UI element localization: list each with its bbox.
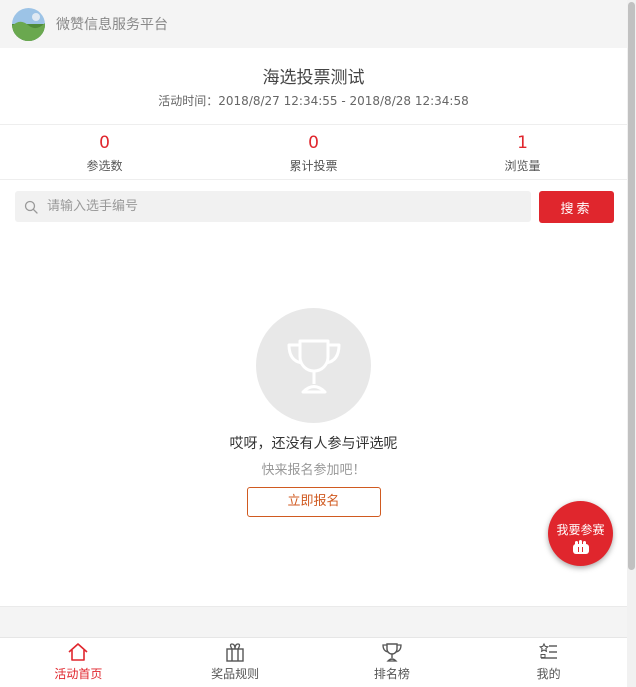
search-button[interactable]: 搜索: [539, 191, 614, 223]
signup-button[interactable]: 立即报名: [246, 487, 381, 517]
tab-mine[interactable]: 我的: [470, 638, 627, 687]
tab-activity-home[interactable]: 活动首页: [0, 638, 157, 687]
stat-value: 0: [99, 133, 110, 153]
scrollbar-thumb[interactable]: [628, 2, 635, 570]
tab-label: 活动首页: [54, 667, 103, 681]
fist-icon: [572, 540, 589, 554]
org-header: 微赞信息服务平台: [0, 0, 627, 48]
stat-value: 1: [517, 133, 528, 153]
trophy-icon: [287, 339, 340, 393]
search-row: 搜索: [0, 180, 627, 230]
tab-label: 奖品规则: [211, 667, 260, 681]
activity-title: 海选投票测试: [262, 68, 365, 88]
trophy-icon: [382, 643, 402, 662]
home-icon: [68, 643, 88, 661]
activity-time: 活动时间：2018/8/27 12:34:55 - 2018/8/28 12:3…: [158, 94, 469, 108]
stat-total-votes: 0 累计投票: [209, 125, 418, 179]
stat-value: 0: [308, 133, 319, 153]
stat-entries: 0 参选数: [0, 125, 209, 179]
empty-sub-message: 快来报名参加吧！: [261, 463, 366, 478]
search-icon: [24, 200, 38, 214]
join-contest-button[interactable]: 我要参赛: [548, 501, 613, 566]
org-avatar[interactable]: [12, 7, 45, 41]
tab-label: 排名榜: [373, 667, 410, 681]
empty-message: 哎呀，还没有人参与评选呢: [229, 436, 398, 452]
stat-label: 浏览量: [504, 159, 541, 173]
stat-views: 1 浏览量: [418, 125, 627, 179]
bottom-tab-bar: 活动首页 奖品规则 排名榜 我的: [0, 637, 627, 687]
stat-label: 累计投票: [289, 159, 338, 173]
tab-prize-rules[interactable]: 奖品规则: [157, 638, 314, 687]
stat-label: 参选数: [86, 159, 123, 173]
empty-state: 哎呀，还没有人参与评选呢 快来报名参加吧！ 立即报名: [0, 308, 627, 517]
trophy-placeholder: [256, 308, 371, 423]
search-box[interactable]: [15, 191, 531, 222]
tab-label: 我的: [536, 667, 561, 681]
contestant-number-input[interactable]: [47, 199, 487, 214]
gift-icon: [226, 643, 244, 662]
user-list-icon: [538, 642, 557, 659]
page-scrollbar[interactable]: [627, 0, 636, 687]
tab-ranking[interactable]: 排名榜: [314, 638, 471, 687]
fab-label: 我要参赛: [556, 523, 605, 537]
activity-info: 海选投票测试 活动时间：2018/8/27 12:34:55 - 2018/8/…: [0, 48, 627, 125]
org-name[interactable]: 微赞信息服务平台: [56, 14, 168, 34]
stats-bar: 0 参选数 0 累计投票 1 浏览量: [0, 125, 627, 180]
footer-spacer: [0, 606, 627, 637]
